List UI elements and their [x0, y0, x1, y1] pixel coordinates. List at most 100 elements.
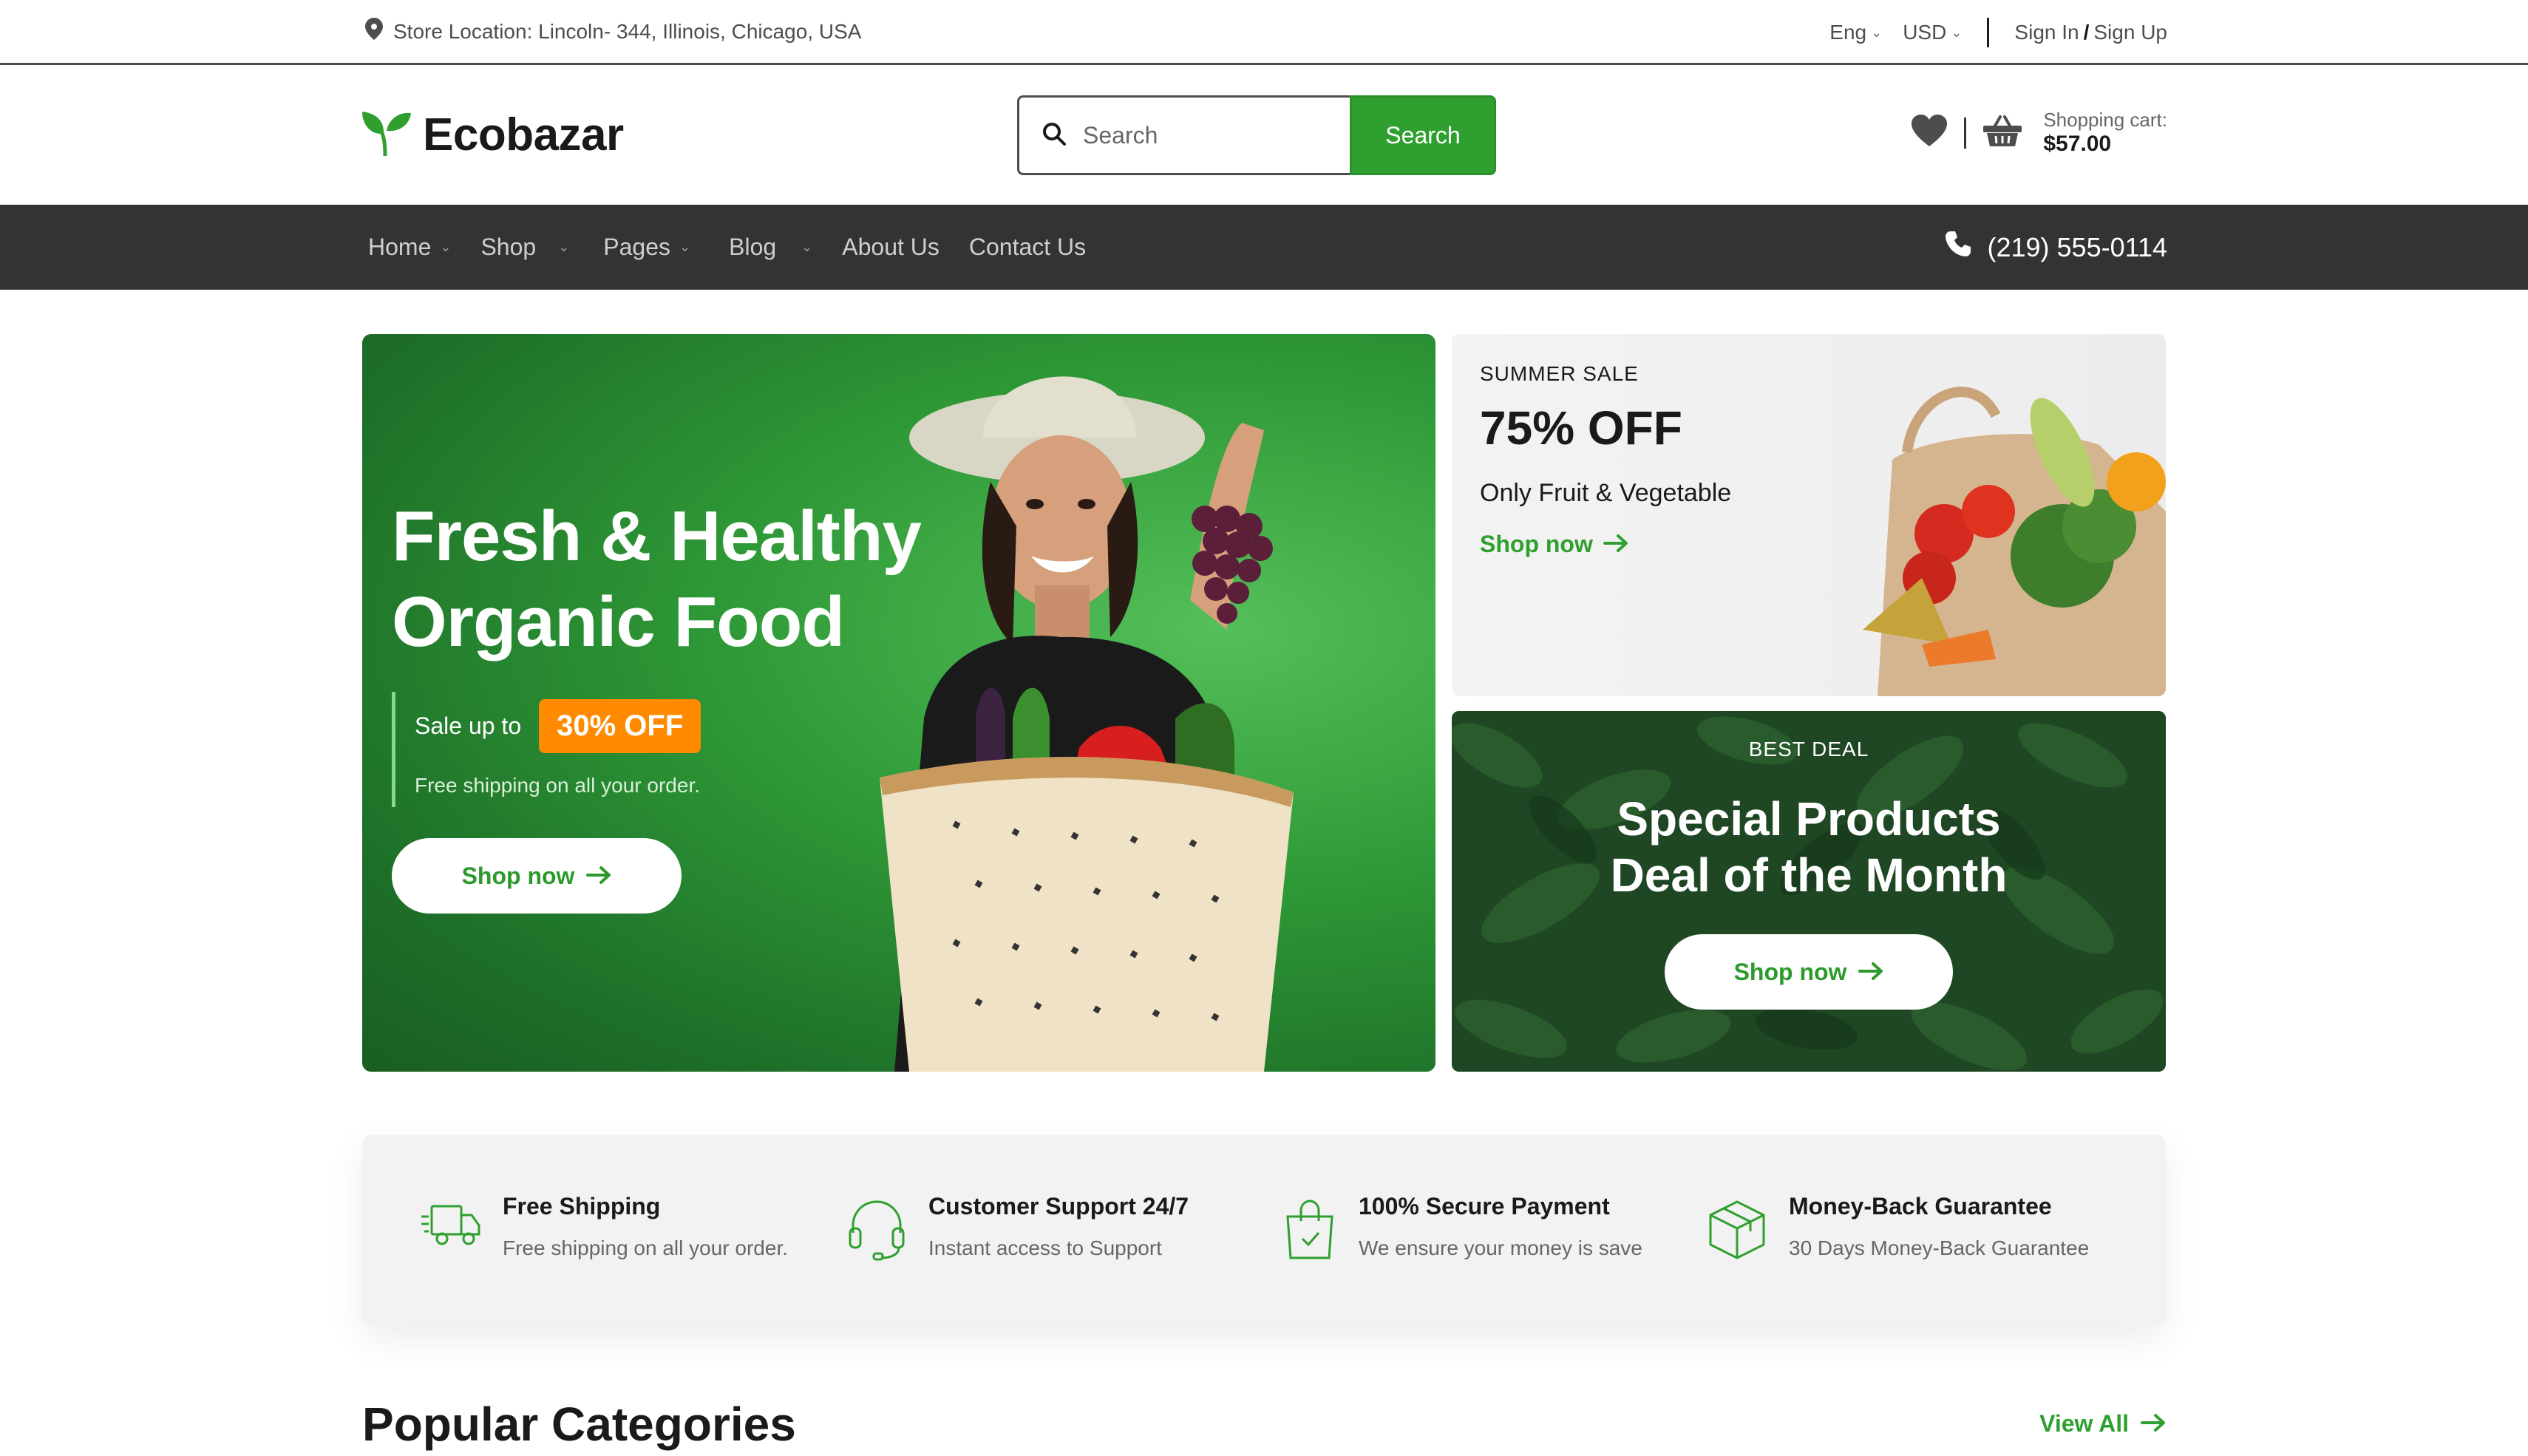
nav-item-label: Shop [480, 234, 537, 260]
phone-number: (219) 555-0114 [1987, 231, 2167, 262]
arrow-right-icon [1858, 959, 1883, 986]
chevron-down-icon: ⌄ [1951, 24, 1963, 40]
sign-in-link[interactable]: Sign In [2014, 21, 2079, 44]
logo[interactable]: Ecobazar [361, 109, 624, 161]
link-label: Shop now [1480, 531, 1593, 557]
header: Ecobazar Search Shopping cart: [0, 67, 2528, 205]
nav-item-shop[interactable]: Shop ⌄ [480, 234, 569, 261]
nav-item-blog[interactable]: Blog ⌄ [729, 234, 812, 261]
auth-links: Sign In / Sign Up [2014, 21, 2167, 44]
chevron-down-icon: ⌄ [558, 239, 570, 254]
phone-contact[interactable]: (219) 555-0114 [1944, 205, 2167, 290]
currency-select[interactable]: USD ⌄ [1903, 21, 1962, 44]
phone-icon [1944, 230, 1972, 265]
chevron-down-icon: ⌄ [801, 239, 813, 254]
button-label: Shop now [461, 862, 575, 889]
search-button[interactable]: Search [1350, 95, 1496, 175]
truck-icon [420, 1202, 480, 1260]
main-nav: Home ⌄ Shop ⌄ Pages ⌄ Blog ⌄ About Us Contac… [0, 205, 2528, 290]
feature-subtitle: Instant access to Support [928, 1236, 1162, 1259]
nav-item-label: About Us [842, 234, 939, 260]
nav-item-contact-us[interactable]: Contact Us [969, 234, 1086, 261]
shopping-bag-icon [1283, 1199, 1336, 1265]
currency-value: USD [1903, 21, 1947, 44]
vegetable-bag-image [1863, 387, 2166, 696]
deal-headline-line1: Special Products [1617, 792, 2001, 846]
chevron-down-icon: ⌄ [1871, 24, 1883, 40]
search-icon [1042, 121, 1067, 150]
chevron-down-icon: ⌄ [440, 239, 452, 254]
sale-text: Sale up to [415, 712, 522, 739]
store-location-text: Store Location: Lincoln- 344, Illinois, … [393, 19, 862, 43]
view-all-link[interactable]: View All [2039, 1410, 2166, 1438]
arrow-right-icon [586, 863, 611, 890]
summer-shop-now-link[interactable]: Shop now [1480, 531, 1628, 558]
cart-area: Shopping cart: $57.00 [1911, 109, 2167, 157]
feature-subtitle: We ensure your money is save [1359, 1236, 1642, 1259]
summer-headline: 75% OFF [1480, 401, 1682, 455]
hero-title-line1: Fresh & Healthy [392, 497, 922, 576]
divider [1964, 117, 1967, 149]
cart-summary[interactable]: Shopping cart: $57.00 [2043, 109, 2167, 157]
feature-title: Money-Back Guarantee [1789, 1193, 2052, 1219]
language-select[interactable]: Eng ⌄ [1829, 21, 1882, 44]
headphones-icon [847, 1199, 906, 1265]
woman-with-vegetable-basket-image [880, 376, 1294, 1072]
divider [1987, 18, 1990, 47]
arrow-right-icon [1603, 531, 1628, 558]
hero-banner: Fresh & Healthy Organic Food Sale up to … [362, 334, 1435, 1072]
hero-subtitle: Free shipping on all your order. [415, 774, 700, 797]
nav-item-home[interactable]: Home ⌄ [368, 234, 451, 261]
summer-sale-banner[interactable]: SUMMER SALE 75% OFF Only Fruit & Vegetab… [1452, 334, 2166, 696]
button-label: Shop now [1733, 958, 1847, 985]
link-label: View All [2039, 1410, 2129, 1437]
sign-up-link[interactable]: Sign Up [2093, 21, 2167, 44]
section-title: Popular Categories [362, 1398, 796, 1451]
search-field [1017, 95, 1350, 175]
feature-money-back: Money-Back Guarantee 30 Days Money-Back … [1708, 1188, 2089, 1265]
feature-subtitle: Free shipping on all your order. [503, 1236, 788, 1259]
leaf-logo-icon [361, 109, 412, 161]
auth-separator: / [2083, 21, 2090, 44]
hero-shop-now-button[interactable]: Shop now [392, 838, 682, 914]
feature-title: 100% Secure Payment [1359, 1193, 1610, 1219]
arrow-right-icon [2141, 1410, 2166, 1438]
nav-item-label: Home [368, 234, 432, 260]
language-value: Eng [1829, 21, 1867, 44]
deal-headline-line2: Deal of the Month [1610, 848, 2008, 902]
hero-title: Fresh & Healthy Organic Food [392, 494, 922, 665]
nav-item-label: Blog [729, 234, 777, 260]
feature-title: Customer Support 24/7 [928, 1193, 1189, 1219]
box-icon [1708, 1199, 1767, 1265]
summer-kicker: SUMMER SALE [1480, 362, 1639, 385]
search-bar: Search [1017, 95, 1496, 175]
heart-icon[interactable] [1911, 114, 1948, 152]
deal-kicker: BEST DEAL [1748, 738, 1869, 761]
chevron-down-icon: ⌄ [679, 239, 691, 254]
feature-customer-support: Customer Support 24/7 Instant access to … [847, 1188, 1189, 1265]
cart-label: Shopping cart: [2043, 109, 2167, 131]
feature-subtitle: 30 Days Money-Back Guarantee [1789, 1236, 2090, 1259]
cart-total: $57.00 [2043, 132, 2112, 156]
summer-description: Only Fruit & Vegetable [1480, 479, 1732, 507]
deal-headline: Special Products Deal of the Month [1452, 791, 2166, 903]
hero-sale-block: Sale up to 30% OFF Free shipping on all … [392, 692, 701, 807]
store-location: Store Location: Lincoln- 344, Illinois, … [365, 18, 861, 45]
shopping-basket-icon[interactable] [1982, 114, 2022, 152]
nav-item-about-us[interactable]: About Us [842, 234, 939, 261]
nav-item-label: Pages [603, 234, 671, 260]
brand-name: Ecobazar [423, 109, 624, 160]
search-input[interactable] [1083, 121, 1305, 149]
map-pin-icon [365, 18, 383, 45]
deal-shop-now-button[interactable]: Shop now [1665, 934, 1953, 1010]
discount-badge: 30% OFF [539, 699, 701, 753]
feature-secure-payment: 100% Secure Payment We ensure your money… [1283, 1188, 1642, 1265]
features-bar: Free Shipping Free shipping on all your … [362, 1135, 2166, 1324]
feature-title: Free Shipping [503, 1193, 661, 1219]
feature-free-shipping: Free Shipping Free shipping on all your … [420, 1188, 788, 1260]
top-bar: Store Location: Lincoln- 344, Illinois, … [0, 0, 2528, 65]
nav-item-label: Contact Us [968, 234, 1087, 260]
best-deal-banner[interactable]: BEST DEAL Special Products Deal of the M… [1452, 711, 2166, 1072]
hero-title-line2: Organic Food [392, 582, 845, 661]
nav-item-pages[interactable]: Pages ⌄ [603, 234, 690, 261]
